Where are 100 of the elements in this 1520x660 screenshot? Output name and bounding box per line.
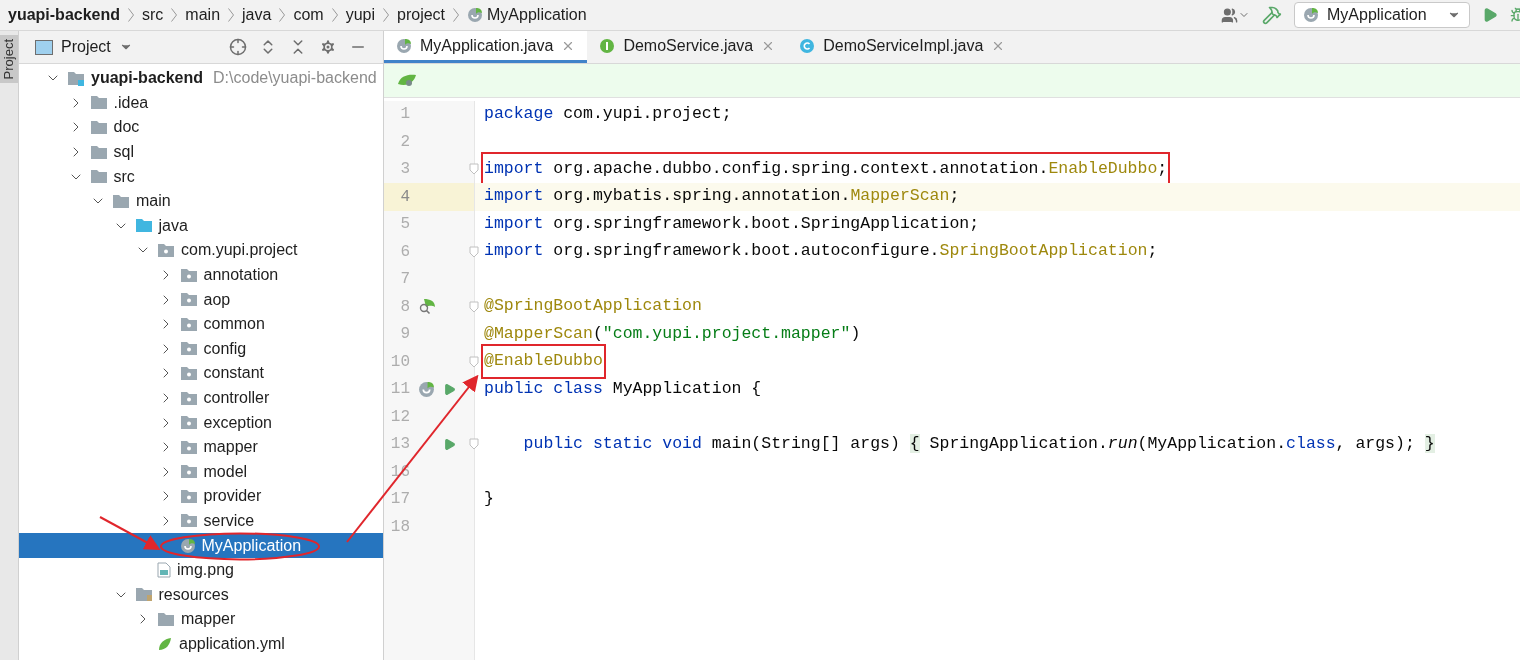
spring-class-icon bbox=[179, 537, 196, 554]
run-icon[interactable] bbox=[443, 382, 456, 396]
hammer-icon[interactable] bbox=[1262, 5, 1282, 25]
tree-item[interactable]: config bbox=[19, 336, 383, 362]
class-icon bbox=[799, 37, 816, 54]
line-number: 1 bbox=[399, 104, 410, 126]
editor-tab[interactable]: DemoServiceImpl.java bbox=[787, 31, 1018, 63]
settings-icon[interactable] bbox=[319, 38, 337, 56]
interface-icon bbox=[599, 37, 616, 54]
run-configuration-dropdown[interactable]: MyApplication bbox=[1294, 2, 1470, 28]
line-number: 2 bbox=[399, 131, 410, 153]
line-number: 9 bbox=[399, 324, 410, 346]
line-number: 13 bbox=[389, 434, 410, 456]
code-line: import org.springframework.boot.autoconfigure.SpringBootApplication; bbox=[483, 240, 1159, 263]
breadcrumb-item[interactable]: yupi bbox=[345, 3, 375, 27]
code-line: @MapperScan("com.yupi.project.mapper") bbox=[483, 322, 862, 345]
tree-item[interactable]: service bbox=[19, 508, 383, 534]
tree-item[interactable]: MyApplication bbox=[19, 533, 383, 558]
breadcrumb-item[interactable]: com bbox=[293, 3, 324, 27]
window-icon bbox=[35, 39, 53, 55]
tree-item[interactable]: java bbox=[19, 213, 383, 239]
breadcrumb-separator-icon bbox=[383, 8, 389, 22]
project-path: D:\code\yuapi-backend bbox=[213, 68, 377, 89]
folder-icon bbox=[89, 120, 108, 135]
locate-icon[interactable] bbox=[229, 38, 247, 56]
package-icon bbox=[179, 316, 198, 332]
tree-item[interactable]: mapper bbox=[19, 434, 383, 460]
line-number: 8 bbox=[399, 296, 410, 318]
breadcrumb-separator-icon bbox=[171, 8, 178, 22]
breadcrumb-item[interactable]: src bbox=[142, 3, 164, 27]
line-number: 6 bbox=[399, 241, 410, 263]
spring-class-icon bbox=[396, 37, 412, 54]
line-number: 11 bbox=[389, 379, 410, 401]
tree-item[interactable]: sql bbox=[19, 139, 383, 165]
fold-marker-icon[interactable] bbox=[469, 245, 479, 258]
package-icon bbox=[179, 267, 198, 283]
code-line: package com.yupi.project; bbox=[483, 102, 733, 125]
line-number: 12 bbox=[389, 406, 410, 428]
tree-item[interactable]: resources bbox=[19, 582, 383, 608]
tree-item[interactable]: controller bbox=[19, 385, 383, 411]
arrow bbox=[99, 516, 161, 550]
panel-title[interactable]: Project bbox=[61, 35, 111, 59]
package-icon bbox=[179, 390, 198, 406]
package-icon bbox=[179, 439, 198, 455]
package-icon bbox=[179, 513, 198, 529]
breadcrumb-separator-icon bbox=[128, 8, 135, 22]
package-icon bbox=[179, 415, 198, 431]
code-line: @SpringBootApplication bbox=[483, 295, 703, 318]
line-number: 3 bbox=[399, 159, 410, 181]
code-line: import org.mybatis.spring.annotation.MapperScan; bbox=[483, 185, 961, 208]
folder-icon bbox=[89, 144, 108, 160]
tree-item[interactable]: aop bbox=[19, 287, 383, 312]
folder-icon bbox=[134, 587, 153, 603]
tree-item[interactable]: .idea bbox=[19, 90, 383, 116]
spring-boot-icon bbox=[1303, 7, 1319, 23]
fold-marker-icon[interactable] bbox=[469, 163, 479, 176]
package-icon bbox=[179, 292, 198, 308]
tree-item[interactable]: src bbox=[19, 164, 383, 189]
breadcrumb-item[interactable]: project bbox=[397, 3, 446, 27]
breadcrumb-separator-icon bbox=[228, 8, 235, 22]
editor-tab[interactable]: DemoService.java bbox=[587, 31, 788, 63]
line-number: 18 bbox=[389, 516, 410, 538]
tree-item[interactable]: provider bbox=[19, 484, 383, 509]
bean-icon[interactable] bbox=[418, 380, 435, 398]
line-number: 5 bbox=[399, 214, 410, 236]
breadcrumb-separator-icon bbox=[331, 8, 338, 22]
code-line: public static void main(String[] args) { SpringApplication.run(MyApplication.class, args); } bbox=[522, 432, 1436, 455]
tree-item[interactable]: doc bbox=[19, 115, 383, 140]
package-icon bbox=[179, 488, 198, 504]
bean-search-icon[interactable] bbox=[418, 297, 436, 316]
tree-item[interactable]: mapper bbox=[19, 607, 383, 632]
tree-item[interactable]: img.png bbox=[19, 557, 383, 583]
editor-tab[interactable]: MyApplication.java bbox=[384, 31, 588, 63]
tree-item[interactable]: constant bbox=[19, 361, 383, 386]
run-icon[interactable] bbox=[1482, 7, 1498, 23]
fold-marker-icon[interactable] bbox=[469, 438, 479, 451]
image-file-icon bbox=[157, 562, 171, 579]
line-number: 4 bbox=[399, 186, 410, 208]
tree-item[interactable]: exception bbox=[19, 410, 383, 435]
breadcrumb-item[interactable]: yuapi-backend bbox=[8, 3, 121, 27]
fold-marker-icon[interactable] bbox=[469, 355, 479, 368]
tree-item[interactable]: application.yml bbox=[19, 631, 383, 657]
breadcrumb-item[interactable]: java bbox=[242, 3, 272, 27]
fold-marker-icon[interactable] bbox=[469, 300, 479, 313]
run-icon[interactable] bbox=[443, 437, 456, 451]
breadcrumb-item[interactable]: main bbox=[185, 3, 221, 27]
package-icon bbox=[157, 242, 175, 258]
line-number: 10 bbox=[389, 351, 410, 373]
tree-item[interactable]: common bbox=[19, 311, 383, 337]
tree-item[interactable]: main bbox=[19, 188, 383, 214]
tree-item[interactable]: annotation bbox=[19, 262, 383, 288]
tree-item[interactable]: com.yupi.project bbox=[19, 238, 383, 263]
folder-icon bbox=[134, 218, 153, 234]
breadcrumb-item[interactable]: MyApplication bbox=[487, 3, 587, 27]
spring-class-icon bbox=[467, 7, 484, 23]
tree-item[interactable]: yuapi-backend D:\code\yuapi-backend bbox=[19, 66, 383, 91]
user-icon[interactable] bbox=[1221, 6, 1250, 24]
side-tab[interactable]: Project bbox=[0, 35, 18, 84]
breadcrumb-separator-icon bbox=[279, 8, 286, 22]
tree-item[interactable]: model bbox=[19, 459, 383, 485]
